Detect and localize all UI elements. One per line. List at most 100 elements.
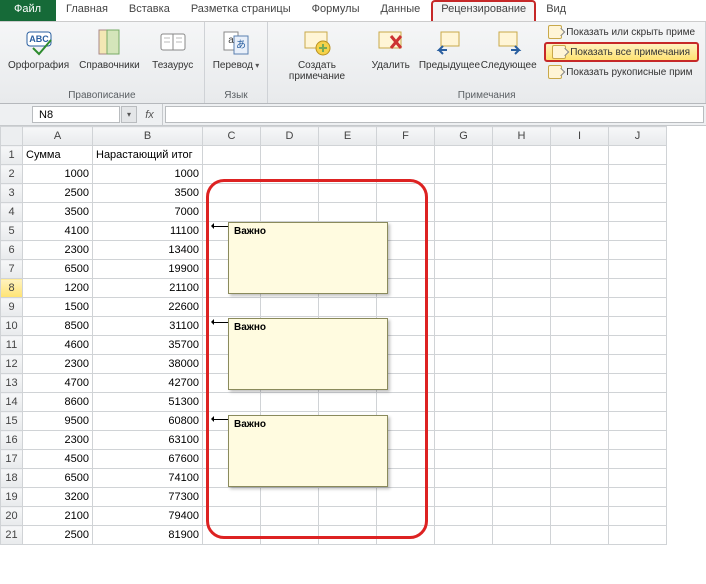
cell[interactable] bbox=[493, 222, 551, 241]
cell[interactable]: 7000 bbox=[93, 203, 203, 222]
cell[interactable] bbox=[551, 184, 609, 203]
cell[interactable] bbox=[377, 507, 435, 526]
cell[interactable] bbox=[551, 298, 609, 317]
cell[interactable] bbox=[377, 146, 435, 165]
cell[interactable] bbox=[435, 374, 493, 393]
show-hide-comment-button[interactable]: Показать или скрыть приме bbox=[544, 24, 699, 40]
row-header[interactable]: 11 bbox=[1, 336, 23, 355]
cell[interactable]: 2100 bbox=[23, 507, 93, 526]
tab-home[interactable]: Главная bbox=[56, 0, 119, 21]
cell[interactable] bbox=[261, 184, 319, 203]
cell[interactable] bbox=[609, 469, 667, 488]
cell[interactable] bbox=[493, 241, 551, 260]
cell[interactable] bbox=[377, 165, 435, 184]
comment-box[interactable]: Важно bbox=[228, 222, 388, 294]
cell[interactable]: 4500 bbox=[23, 450, 93, 469]
cell[interactable] bbox=[551, 279, 609, 298]
cell[interactable] bbox=[435, 317, 493, 336]
cell[interactable] bbox=[319, 165, 377, 184]
cell[interactable] bbox=[609, 393, 667, 412]
cell[interactable] bbox=[493, 317, 551, 336]
cell[interactable]: Нарастающий итог bbox=[93, 146, 203, 165]
cell[interactable]: 6500 bbox=[23, 469, 93, 488]
comment-box[interactable]: Важно bbox=[228, 415, 388, 487]
cell[interactable] bbox=[551, 222, 609, 241]
cell[interactable]: 3500 bbox=[93, 184, 203, 203]
cell[interactable]: 4600 bbox=[23, 336, 93, 355]
cell[interactable] bbox=[435, 507, 493, 526]
cell[interactable]: 2300 bbox=[23, 431, 93, 450]
col-header-F[interactable]: F bbox=[377, 127, 435, 146]
cell[interactable] bbox=[609, 165, 667, 184]
cell[interactable]: 1000 bbox=[23, 165, 93, 184]
cell[interactable] bbox=[551, 146, 609, 165]
cell[interactable] bbox=[493, 298, 551, 317]
row-header[interactable]: 6 bbox=[1, 241, 23, 260]
cell[interactable] bbox=[493, 412, 551, 431]
cell[interactable] bbox=[435, 336, 493, 355]
thesaurus-button[interactable]: Тезаурус bbox=[148, 24, 198, 73]
row-header[interactable]: 7 bbox=[1, 260, 23, 279]
row-header[interactable]: 14 bbox=[1, 393, 23, 412]
cell[interactable] bbox=[261, 146, 319, 165]
cell[interactable] bbox=[377, 298, 435, 317]
col-header-A[interactable]: A bbox=[23, 127, 93, 146]
cell[interactable] bbox=[435, 241, 493, 260]
cell[interactable]: 6500 bbox=[23, 260, 93, 279]
cell[interactable]: 9500 bbox=[23, 412, 93, 431]
cell[interactable] bbox=[319, 298, 377, 317]
cell[interactable] bbox=[319, 526, 377, 545]
cell[interactable]: 3500 bbox=[23, 203, 93, 222]
cell[interactable] bbox=[377, 203, 435, 222]
cell[interactable]: 2500 bbox=[23, 526, 93, 545]
cell[interactable] bbox=[435, 526, 493, 545]
show-all-comments-button[interactable]: Показать все примечания bbox=[544, 42, 699, 62]
cell[interactable] bbox=[435, 165, 493, 184]
cell[interactable]: 2500 bbox=[23, 184, 93, 203]
cell[interactable]: 13400 bbox=[93, 241, 203, 260]
cell[interactable]: 2300 bbox=[23, 355, 93, 374]
row-header[interactable]: 4 bbox=[1, 203, 23, 222]
tab-review[interactable]: Рецензирование bbox=[431, 0, 536, 21]
cell[interactable] bbox=[551, 203, 609, 222]
cell[interactable] bbox=[435, 412, 493, 431]
fx-label[interactable]: fx bbox=[137, 104, 163, 125]
cell[interactable] bbox=[609, 412, 667, 431]
cell[interactable] bbox=[551, 469, 609, 488]
cell[interactable] bbox=[551, 393, 609, 412]
row-header[interactable]: 18 bbox=[1, 469, 23, 488]
cell[interactable] bbox=[435, 431, 493, 450]
name-box-dropdown[interactable]: ▾ bbox=[121, 106, 137, 123]
cell[interactable]: 38000 bbox=[93, 355, 203, 374]
cell[interactable] bbox=[493, 279, 551, 298]
cell[interactable] bbox=[609, 526, 667, 545]
cell[interactable] bbox=[609, 488, 667, 507]
tab-file[interactable]: Файл bbox=[0, 0, 56, 21]
cell[interactable] bbox=[435, 488, 493, 507]
cell[interactable] bbox=[435, 260, 493, 279]
cell[interactable] bbox=[493, 507, 551, 526]
cell[interactable] bbox=[493, 184, 551, 203]
col-header-G[interactable]: G bbox=[435, 127, 493, 146]
cell[interactable] bbox=[261, 526, 319, 545]
cell[interactable] bbox=[493, 374, 551, 393]
cell[interactable] bbox=[377, 393, 435, 412]
cell[interactable] bbox=[435, 279, 493, 298]
formula-bar[interactable] bbox=[165, 106, 704, 123]
cell[interactable] bbox=[551, 336, 609, 355]
cell[interactable]: 8600 bbox=[23, 393, 93, 412]
col-header-H[interactable]: H bbox=[493, 127, 551, 146]
cell[interactable] bbox=[609, 298, 667, 317]
cell[interactable] bbox=[435, 355, 493, 374]
new-comment-button[interactable]: Создать примечание bbox=[274, 24, 359, 84]
tab-insert[interactable]: Вставка bbox=[119, 0, 181, 21]
cell[interactable] bbox=[609, 507, 667, 526]
cell[interactable]: 21100 bbox=[93, 279, 203, 298]
cell[interactable] bbox=[261, 393, 319, 412]
cell[interactable] bbox=[203, 203, 261, 222]
cell[interactable]: 42700 bbox=[93, 374, 203, 393]
tab-view[interactable]: Вид bbox=[536, 0, 577, 21]
cell[interactable]: 31100 bbox=[93, 317, 203, 336]
cell[interactable] bbox=[203, 165, 261, 184]
cell[interactable] bbox=[609, 184, 667, 203]
